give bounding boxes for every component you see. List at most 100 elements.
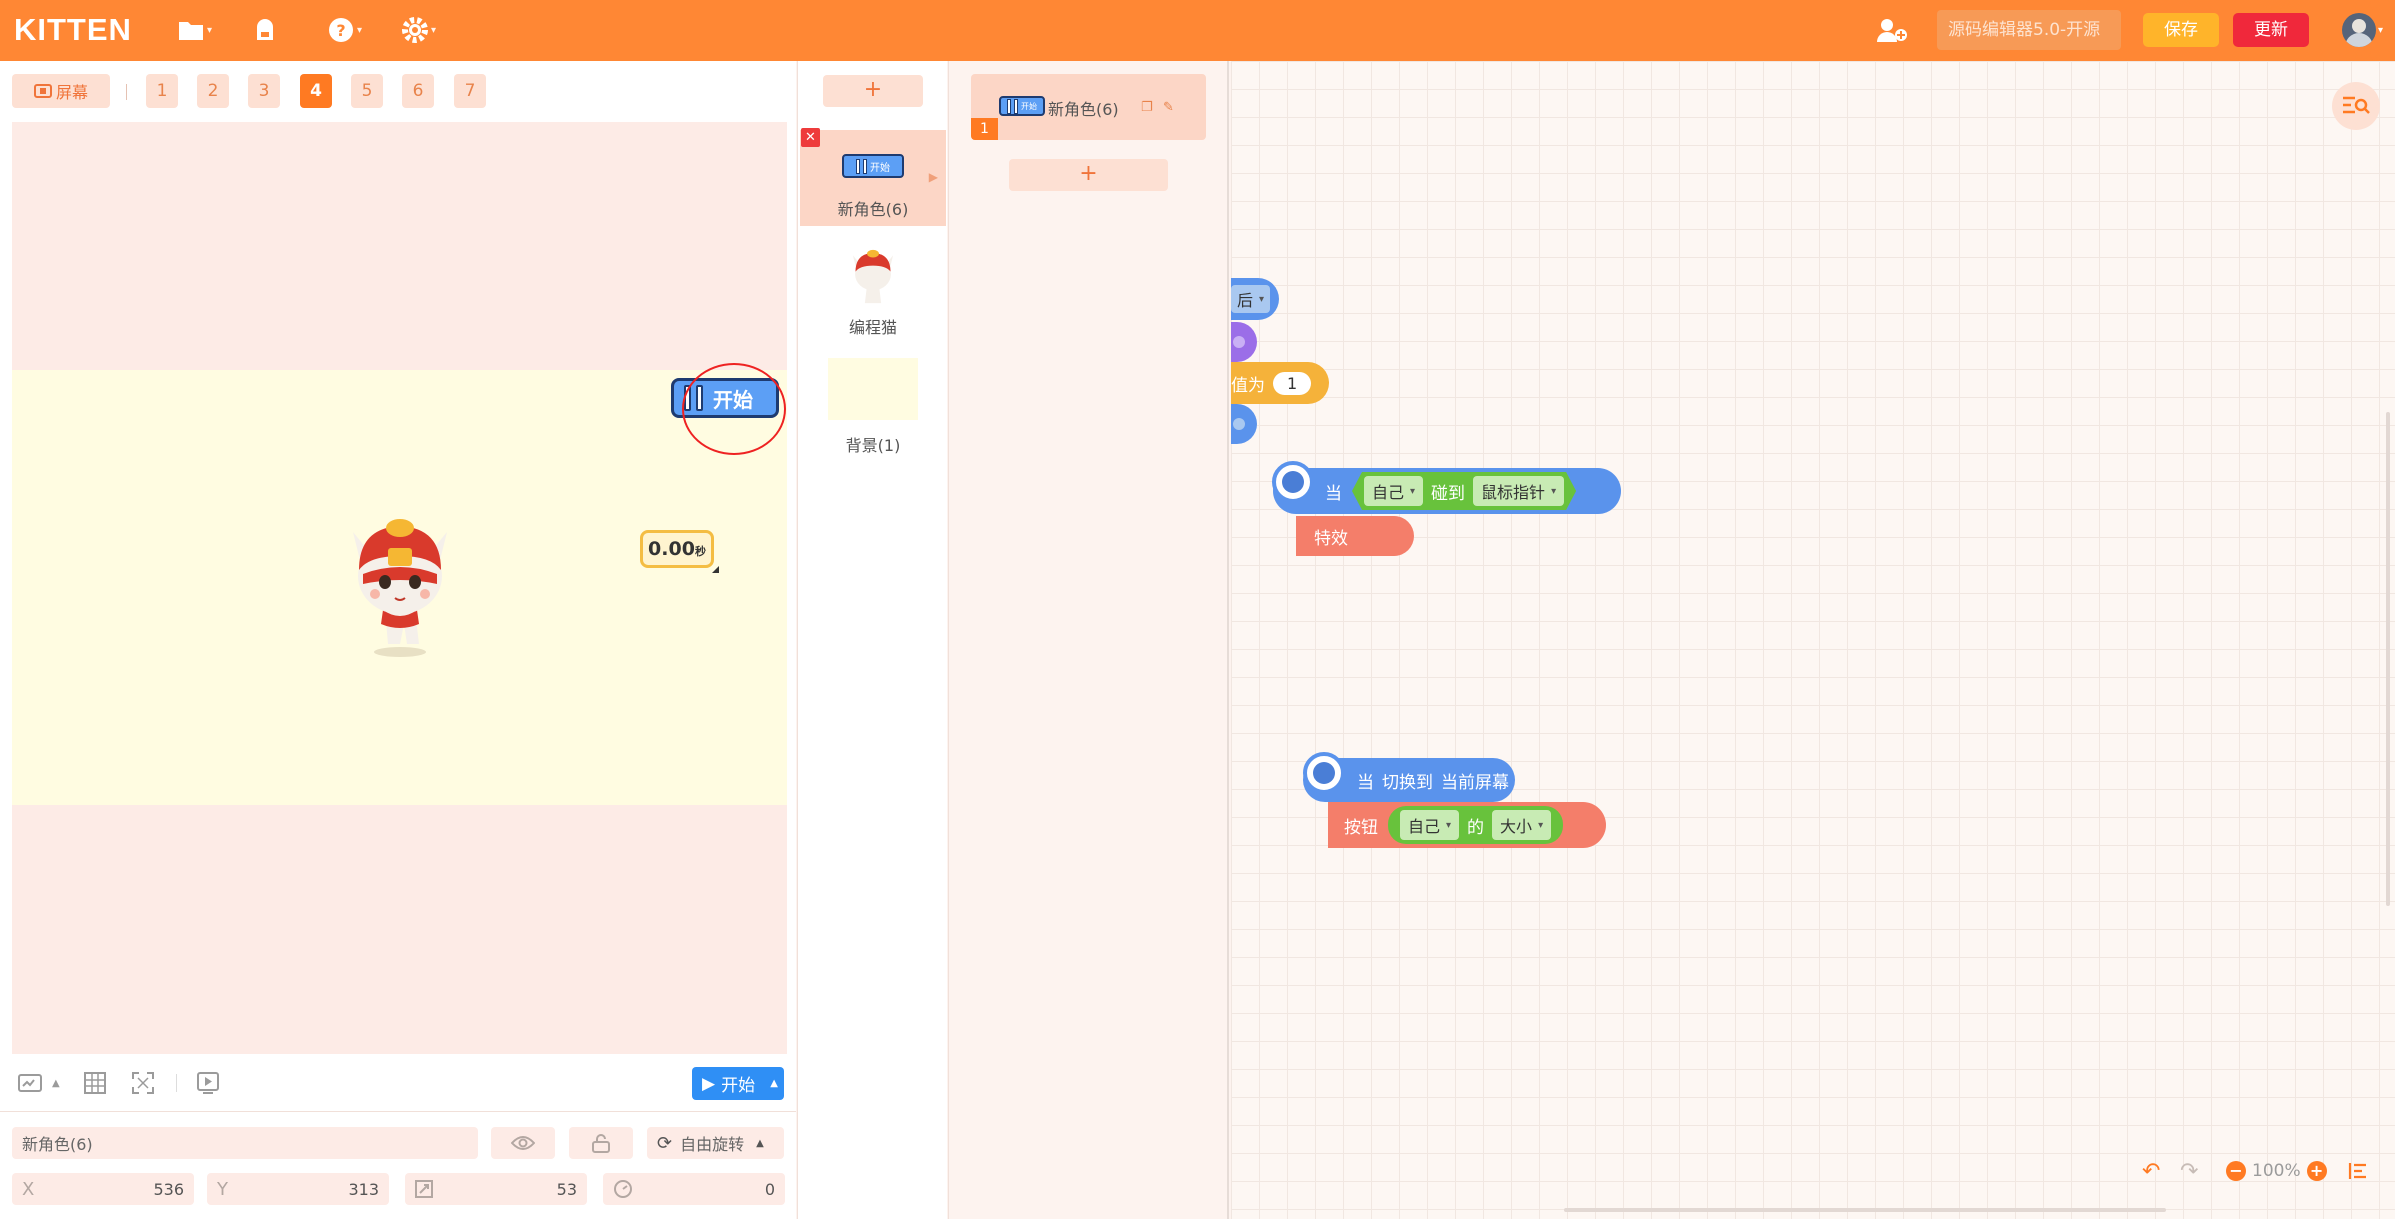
dropdown-value: 鼠标指针 bbox=[1481, 483, 1546, 502]
attribute-dropdown[interactable]: 大小 ▾ bbox=[1492, 810, 1552, 840]
scene-tab-3[interactable]: 3 bbox=[248, 74, 280, 108]
chevron-up-icon[interactable]: ▲ bbox=[770, 1078, 778, 1089]
target-dropdown[interactable]: 鼠标指针 ▾ bbox=[1473, 476, 1564, 506]
sprite-item-new-sprite-6[interactable]: 开始 新角色(6) ▶ bbox=[800, 130, 946, 226]
screen-button[interactable]: 屏幕 bbox=[12, 74, 110, 108]
self-dropdown[interactable]: 自己 ▾ bbox=[1364, 476, 1423, 506]
scene-tab-7[interactable]: 7 bbox=[454, 74, 486, 108]
backpack-icon bbox=[257, 19, 273, 40]
size-field[interactable]: 53 bbox=[405, 1173, 587, 1205]
sprite-item-coding-cat[interactable]: 编程猫 bbox=[800, 242, 946, 338]
direction-value: 0 bbox=[764, 1179, 775, 1199]
record-button[interactable] bbox=[197, 1071, 219, 1095]
script-item-label: 新角色(6) bbox=[1048, 100, 1119, 119]
timer-unit: 秒 bbox=[694, 545, 706, 558]
panel-divider bbox=[0, 1111, 796, 1112]
horizontal-scrollbar[interactable] bbox=[1564, 1208, 2166, 1212]
script-thumb-label: 开始 bbox=[1021, 101, 1037, 111]
code-block-partial[interactable]: 值为 1 bbox=[1231, 362, 1329, 404]
scene-tab-4[interactable]: 4 bbox=[300, 74, 332, 108]
annotation-circle bbox=[682, 363, 786, 455]
organize-blocks-button[interactable] bbox=[2348, 1158, 2368, 1184]
sprite-name-input[interactable]: 新角色(6) bbox=[12, 1127, 478, 1159]
scene-tab-2[interactable]: 2 bbox=[197, 74, 229, 108]
project-name-input[interactable]: 源码编辑器5.0-开源 bbox=[1937, 10, 2121, 50]
attribute-reporter[interactable]: 自己 ▾ 的 大小 ▾ bbox=[1388, 806, 1564, 844]
y-value: 313 bbox=[348, 1179, 379, 1199]
add-script-button[interactable]: + bbox=[1009, 159, 1168, 191]
stage-size-toggle[interactable]: ▲ bbox=[18, 1071, 60, 1095]
scene-tab-5[interactable]: 5 bbox=[351, 74, 383, 108]
settings-menu[interactable]: ▾ bbox=[402, 16, 436, 44]
resize-handle-icon[interactable] bbox=[712, 566, 719, 573]
dropdown-value: 自己 bbox=[1408, 817, 1441, 836]
close-icon[interactable]: ✕ bbox=[801, 128, 820, 147]
chevron-down-icon: ▾ bbox=[207, 24, 213, 36]
script-list-panel bbox=[948, 61, 1229, 1219]
save-button[interactable]: 保存 bbox=[2143, 13, 2219, 47]
run-button-label: 开始 bbox=[721, 1076, 756, 1096]
collaborate-button[interactable] bbox=[1876, 16, 1908, 44]
x-value: 536 bbox=[153, 1179, 184, 1199]
code-workspace[interactable] bbox=[1231, 61, 2395, 1219]
scene-tab-6[interactable]: 6 bbox=[402, 74, 434, 108]
sprite-item-background[interactable]: 背景(1) bbox=[800, 354, 946, 455]
self-dropdown[interactable]: 自己 ▾ bbox=[1400, 810, 1460, 840]
effect-block[interactable]: 特效 bbox=[1296, 516, 1414, 556]
block-label: 碰到 bbox=[1431, 483, 1466, 504]
help-menu[interactable]: ? ▾ bbox=[328, 16, 362, 44]
vertical-scrollbar[interactable] bbox=[2386, 412, 2390, 906]
sprite-thumbnail bbox=[852, 249, 894, 304]
file-menu[interactable]: ▾ bbox=[178, 16, 212, 44]
edit-icon[interactable]: ✎ bbox=[1163, 100, 1174, 115]
code-block-partial[interactable]: 后 ▾ bbox=[1231, 278, 1279, 320]
direction-field[interactable]: 0 bbox=[603, 1173, 785, 1205]
run-button[interactable]: ▶ 开始 ▲ bbox=[692, 1067, 784, 1100]
chevron-right-icon[interactable]: ▶ bbox=[929, 170, 938, 184]
script-item[interactable]: 开始 新角色(6) ❐ ✎ 1 bbox=[971, 74, 1206, 140]
timer-display[interactable]: 0.00秒 bbox=[640, 530, 714, 568]
block-label: 特效 bbox=[1314, 528, 1348, 549]
add-sprite-button[interactable]: + bbox=[823, 75, 923, 107]
y-field[interactable]: Y 313 bbox=[207, 1173, 389, 1205]
visibility-toggle[interactable] bbox=[491, 1127, 555, 1159]
workspace-search-button[interactable] bbox=[2332, 82, 2380, 130]
coding-cat-sprite[interactable] bbox=[345, 510, 455, 660]
event-block-when-touching[interactable]: 当 自己 ▾ 碰到 鼠标指针 ▾ bbox=[1273, 468, 1621, 514]
app-logo: KITTEN bbox=[14, 12, 132, 47]
rotation-mode-select[interactable]: ⟳ 自由旋转 ▲ bbox=[647, 1127, 784, 1159]
tab-separator bbox=[126, 84, 127, 100]
backpack-button[interactable] bbox=[252, 16, 278, 44]
fullscreen-button[interactable] bbox=[132, 1071, 154, 1095]
lock-toggle[interactable] bbox=[569, 1127, 633, 1159]
block-label: 按钮 bbox=[1344, 817, 1378, 838]
redo-button[interactable]: ↷ bbox=[2180, 1158, 2198, 1184]
x-field[interactable]: X 536 bbox=[12, 1173, 194, 1205]
zoom-out-icon[interactable]: − bbox=[2226, 1161, 2246, 1181]
scene-tab-1[interactable]: 1 bbox=[146, 74, 178, 108]
chevron-down-icon: ▾ bbox=[431, 24, 437, 36]
button-block[interactable]: 按钮 自己 ▾ 的 大小 ▾ bbox=[1328, 802, 1606, 848]
update-button[interactable]: 更新 bbox=[2233, 13, 2309, 47]
copy-icon[interactable]: ❐ bbox=[1141, 100, 1153, 115]
number-input[interactable]: 1 bbox=[1273, 371, 1312, 395]
timer-value: 0.00 bbox=[648, 538, 695, 560]
x-label: X bbox=[22, 1178, 35, 1200]
sprite-list-panel bbox=[797, 61, 947, 1219]
touching-condition[interactable]: 自己 ▾ 碰到 鼠标指针 ▾ bbox=[1352, 472, 1576, 510]
chevron-down-icon[interactable]: ▾ bbox=[2378, 25, 2383, 36]
background-thumbnail bbox=[828, 358, 918, 420]
redo-icon: ↷ bbox=[2180, 1158, 2199, 1184]
block-label: 当前屏幕 bbox=[1441, 772, 1509, 793]
toolbar-separator bbox=[176, 1074, 177, 1092]
zoom-in-icon[interactable]: + bbox=[2306, 1161, 2327, 1181]
sprite-item-label: 背景(1) bbox=[845, 436, 901, 455]
dropdown-value: 后 bbox=[1237, 291, 1254, 310]
avatar[interactable] bbox=[2342, 13, 2376, 47]
undo-button[interactable]: ↶ bbox=[2142, 1158, 2160, 1184]
dropdown[interactable]: 后 ▾ bbox=[1231, 285, 1271, 313]
chevron-down-icon: ▾ bbox=[1538, 819, 1544, 831]
grid-toggle[interactable] bbox=[84, 1071, 106, 1095]
sprite-thumb: 开始 bbox=[800, 130, 946, 178]
direction-icon bbox=[614, 1180, 632, 1198]
